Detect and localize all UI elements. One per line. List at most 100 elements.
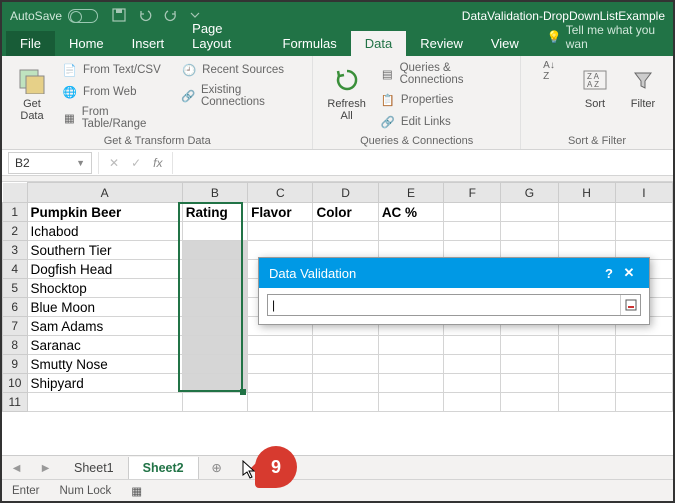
sort-az-button[interactable]: A↓Z xyxy=(531,60,567,133)
cell[interactable]: Color xyxy=(313,203,378,222)
cell[interactable] xyxy=(182,222,247,241)
cell[interactable] xyxy=(248,355,313,374)
recent-sources-button[interactable]: 🕘Recent Sources xyxy=(179,60,302,80)
name-box[interactable]: B2 ▼ xyxy=(8,152,92,174)
cell[interactable] xyxy=(558,374,615,393)
cell[interactable] xyxy=(182,241,247,260)
cell[interactable]: Southern Tier xyxy=(27,241,182,260)
sheet-tab-1[interactable]: Sheet1 xyxy=(60,457,129,479)
cell[interactable] xyxy=(444,336,501,355)
enter-icon[interactable]: ✓ xyxy=(131,156,141,170)
refresh-all-button[interactable]: Refresh All xyxy=(323,60,370,133)
row-header[interactable]: 3 xyxy=(3,241,28,260)
row-header[interactable]: 8 xyxy=(3,336,28,355)
filter-button[interactable]: Filter xyxy=(623,60,663,133)
row-header[interactable]: 6 xyxy=(3,298,28,317)
col-header-C[interactable]: C xyxy=(248,183,313,203)
collapse-dialog-icon[interactable] xyxy=(620,295,640,315)
sort-button[interactable]: Z AA Z Sort xyxy=(575,60,615,133)
row-header[interactable]: 5 xyxy=(3,279,28,298)
cell[interactable]: Pumpkin Beer xyxy=(27,203,182,222)
cell[interactable] xyxy=(615,393,672,412)
cell[interactable]: Sam Adams xyxy=(27,317,182,336)
cell[interactable] xyxy=(558,222,615,241)
cell[interactable] xyxy=(501,336,558,355)
tab-data[interactable]: Data xyxy=(351,31,406,56)
cell[interactable] xyxy=(182,260,247,279)
from-web-button[interactable]: 🌐From Web xyxy=(60,82,171,102)
cell[interactable]: Rating xyxy=(182,203,247,222)
selection-handle[interactable] xyxy=(240,389,246,395)
autosave-toggle[interactable]: AutoSave xyxy=(10,9,98,23)
cell[interactable] xyxy=(615,355,672,374)
dialog-titlebar[interactable]: Data Validation ? ✕ xyxy=(259,258,649,288)
properties-button[interactable]: 📋Properties xyxy=(378,90,510,110)
queries-conn-button[interactable]: ▤Queries & Connections xyxy=(378,60,510,88)
row-header[interactable]: 7 xyxy=(3,317,28,336)
cell[interactable] xyxy=(182,298,247,317)
cell[interactable] xyxy=(313,374,378,393)
cell[interactable] xyxy=(313,336,378,355)
close-icon[interactable]: ✕ xyxy=(619,265,639,281)
cell[interactable] xyxy=(615,336,672,355)
cell[interactable] xyxy=(501,222,558,241)
cell[interactable] xyxy=(501,203,558,222)
cell[interactable] xyxy=(444,222,501,241)
cell[interactable] xyxy=(182,393,247,412)
tab-view[interactable]: View xyxy=(477,31,533,56)
toggle-switch[interactable] xyxy=(68,9,98,23)
cell[interactable] xyxy=(313,393,378,412)
range-input[interactable] xyxy=(268,298,620,312)
existing-conn-button[interactable]: 🔗Existing Connections xyxy=(179,82,302,110)
cell[interactable] xyxy=(248,393,313,412)
cell[interactable] xyxy=(248,374,313,393)
select-all-corner[interactable] xyxy=(3,183,28,203)
cell[interactable] xyxy=(313,355,378,374)
add-sheet-button[interactable]: ⊕ xyxy=(205,460,229,475)
fx-icon[interactable]: fx xyxy=(153,156,162,170)
cell[interactable] xyxy=(558,336,615,355)
col-header-F[interactable]: F xyxy=(444,183,501,203)
cell[interactable] xyxy=(501,355,558,374)
cell[interactable] xyxy=(182,317,247,336)
col-header-H[interactable]: H xyxy=(558,183,615,203)
row-header[interactable]: 2 xyxy=(3,222,28,241)
tab-home[interactable]: Home xyxy=(55,31,118,56)
cell[interactable] xyxy=(615,203,672,222)
cell[interactable]: Shocktop xyxy=(27,279,182,298)
help-icon[interactable]: ? xyxy=(599,266,619,281)
tell-me[interactable]: 💡 Tell me what you wan xyxy=(539,18,669,56)
row-header[interactable]: 9 xyxy=(3,355,28,374)
formula-input[interactable] xyxy=(173,152,673,174)
cell[interactable] xyxy=(444,374,501,393)
cell[interactable] xyxy=(378,393,443,412)
macro-record-icon[interactable]: ▦ xyxy=(131,484,142,498)
cell[interactable] xyxy=(182,355,247,374)
from-table-button[interactable]: ▦From Table/Range xyxy=(60,104,171,132)
cell[interactable] xyxy=(378,222,443,241)
cell[interactable] xyxy=(27,393,182,412)
cell[interactable] xyxy=(444,393,501,412)
redo-icon[interactable] xyxy=(164,8,178,25)
cell[interactable] xyxy=(182,279,247,298)
col-header-E[interactable]: E xyxy=(378,183,443,203)
sheet-tab-2[interactable]: Sheet2 xyxy=(129,457,199,479)
edit-links-button[interactable]: 🔗Edit Links xyxy=(378,112,510,132)
cell[interactable]: Shipyard xyxy=(27,374,182,393)
row-header[interactable]: 11 xyxy=(3,393,28,412)
tab-page-layout[interactable]: Page Layout xyxy=(178,16,268,56)
cell[interactable]: Flavor xyxy=(248,203,313,222)
col-header-I[interactable]: I xyxy=(615,183,672,203)
cell[interactable]: AC % xyxy=(378,203,443,222)
row-header[interactable]: 10 xyxy=(3,374,28,393)
cell[interactable]: Blue Moon xyxy=(27,298,182,317)
cell[interactable]: Saranac xyxy=(27,336,182,355)
cell[interactable] xyxy=(313,222,378,241)
tab-insert[interactable]: Insert xyxy=(118,31,179,56)
col-header-G[interactable]: G xyxy=(501,183,558,203)
col-header-B[interactable]: B xyxy=(182,183,247,203)
tab-file[interactable]: File xyxy=(6,31,55,56)
cell[interactable] xyxy=(378,336,443,355)
col-header-A[interactable]: A xyxy=(27,183,182,203)
tab-formulas[interactable]: Formulas xyxy=(269,31,351,56)
